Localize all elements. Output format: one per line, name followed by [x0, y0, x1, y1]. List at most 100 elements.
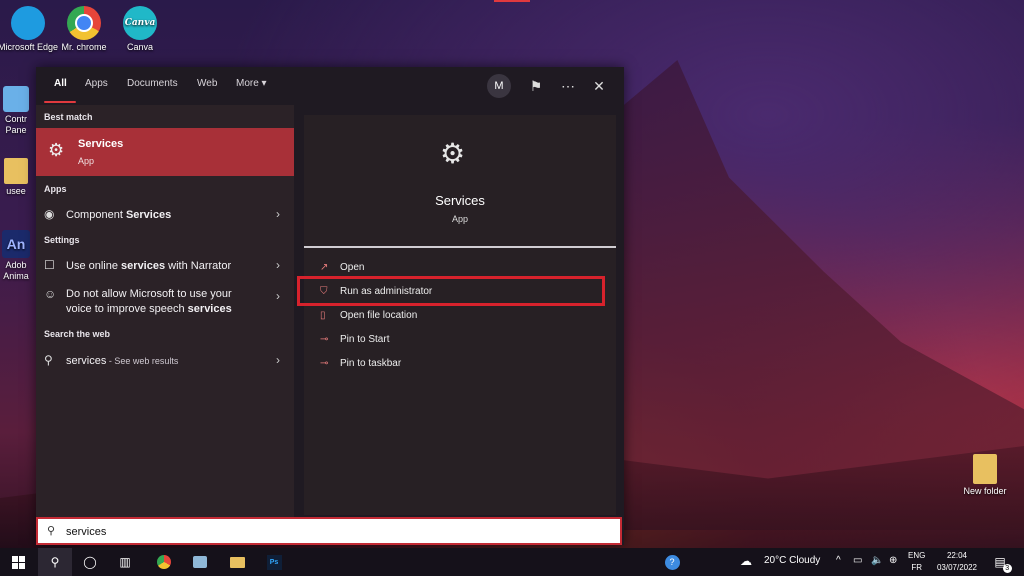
best-match-type: App — [78, 156, 95, 166]
action-label: Open — [340, 262, 365, 273]
notifications-icon[interactable]: ▤ 3 — [990, 552, 1012, 573]
component-services-icon: ◉ — [44, 207, 55, 221]
action-open[interactable]: ↗ Open — [320, 262, 364, 273]
desktop-icon-label: Microsoft Edge — [0, 42, 59, 52]
results-list: Best match ⚙ Services App Apps ◉ Compone… — [36, 105, 294, 517]
edge-icon — [11, 6, 45, 40]
taskbar: ⚲ ◯ ▥ Ps ? ☁ 20°C Cloudy ^ ▭ 🔈 ⊕ ENG FR 2… — [0, 548, 1024, 576]
section-heading-best-match: Best match — [44, 112, 93, 122]
section-heading-web: Search the web — [44, 329, 111, 339]
desktop-icon-label: New folder — [963, 486, 1007, 496]
tab-web[interactable]: Web — [197, 78, 217, 89]
list-item-label: services - See web results — [66, 355, 179, 367]
folder-icon — [973, 454, 997, 484]
action-open-file-location[interactable]: ▯ Open file location — [320, 310, 417, 321]
list-item-label: Component Services — [66, 209, 172, 221]
avatar[interactable]: M — [487, 74, 511, 98]
search-input[interactable] — [64, 522, 608, 542]
action-label: Run as administrator — [340, 286, 433, 297]
result-details-pane: ⚙ Services App ↗ Open ⛉ Run as administrat… — [304, 115, 616, 515]
active-tab-indicator — [44, 101, 76, 103]
pin-icon: ⊸ — [320, 358, 329, 369]
open-icon: ↗ — [320, 262, 329, 273]
tab-documents[interactable]: Documents — [127, 78, 178, 89]
tab-all[interactable]: All — [54, 78, 67, 89]
search-icon: ⚲ — [47, 525, 56, 537]
desktop-icon-label: Mr. chrome — [61, 42, 107, 52]
close-icon[interactable]: ✕ — [589, 76, 609, 96]
folder-icon — [4, 158, 28, 184]
network-icon[interactable]: ▭ — [853, 555, 862, 566]
tab-apps[interactable]: Apps — [85, 78, 108, 89]
file-explorer-icon[interactable] — [227, 552, 247, 572]
search-icon[interactable]: ⚲ — [38, 548, 72, 576]
date-text: 03/07/2022 — [936, 563, 978, 572]
desktop-icon-edge[interactable]: Microsoft Edge — [0, 6, 59, 53]
language-indicator[interactable]: ENG FR — [908, 550, 925, 574]
action-label: Open file location — [340, 310, 418, 321]
desktop-icon-label: Adob Anima — [3, 260, 29, 281]
gear-icon: ⚙ — [48, 140, 65, 160]
gear-icon: ⚙ — [440, 138, 466, 169]
desktop-icon-new-folder[interactable]: New folder — [954, 454, 1016, 497]
best-match-services[interactable]: ⚙ Services App — [36, 128, 294, 176]
list-item-narrator-services[interactable]: ☐ Use online services with Narrator › — [36, 253, 294, 279]
clock[interactable]: 22:04 03/07/2022 — [934, 550, 980, 574]
feedback-icon[interactable]: ⚑ — [526, 76, 546, 96]
globe-icon[interactable]: ⊕ — [889, 555, 897, 566]
search-bar: ⚲ — [36, 517, 622, 545]
detail-app-name: Services — [435, 193, 485, 208]
shield-icon: ⛉ — [320, 286, 328, 297]
best-match-name: Services — [78, 138, 124, 150]
list-item-speech-services[interactable]: ☺ Do not allow Microsoft to use your voic… — [36, 283, 294, 319]
photoshop-icon[interactable]: Ps — [264, 552, 284, 572]
chrome-icon[interactable] — [154, 552, 174, 572]
task-view-icon[interactable]: ▥ — [115, 552, 135, 572]
control-panel-icon — [3, 86, 29, 112]
desktop-icon-adobe-animate[interactable]: An Adob Anima — [0, 230, 36, 282]
list-item-label: Use online services with Narrator — [66, 260, 232, 272]
desktop-icon-control-panel[interactable]: Contr Pane — [0, 86, 36, 136]
desktop-icon-chrome[interactable]: Mr. chrome — [53, 6, 115, 53]
control-panel-icon[interactable] — [190, 552, 210, 572]
action-label: Pin to taskbar — [340, 358, 402, 369]
search-tabs: All Apps Documents Web More ▾ M ⚑ ⋯ ✕ — [36, 67, 624, 105]
section-heading-apps: Apps — [44, 184, 67, 194]
lang-top: ENG — [908, 551, 926, 560]
tab-more[interactable]: More ▾ — [236, 78, 267, 89]
file-location-icon: ▯ — [320, 310, 326, 321]
canva-icon: Canva — [123, 6, 157, 40]
notification-count-badge: 3 — [1002, 564, 1012, 573]
top-accent-line — [494, 0, 530, 2]
help-icon[interactable]: ? — [662, 552, 682, 572]
action-label: Pin to Start — [340, 334, 390, 345]
volume-icon[interactable]: 🔈 — [871, 555, 883, 566]
list-item-web-search[interactable]: ⚲ services - See web results › — [36, 348, 294, 374]
search-icon: ⚲ — [44, 353, 53, 367]
windows-start-icon[interactable] — [8, 552, 28, 572]
desktop-icon-usee[interactable]: usee — [0, 158, 36, 197]
start-search-panel: All Apps Documents Web More ▾ M ⚑ ⋯ ✕ Be… — [36, 67, 624, 545]
chrome-icon — [67, 6, 101, 40]
list-item-component-services[interactable]: ◉ Component Services › — [36, 202, 294, 228]
pin-icon: ⊸ — [320, 334, 329, 345]
chevron-right-icon: › — [276, 353, 280, 367]
chevron-right-icon: › — [276, 258, 280, 272]
action-pin-to-start[interactable]: ⊸ Pin to Start — [320, 334, 389, 345]
chevron-up-icon[interactable]: ^ — [836, 555, 841, 566]
cortana-icon[interactable]: ◯ — [80, 552, 100, 572]
action-pin-to-taskbar[interactable]: ⊸ Pin to taskbar — [320, 358, 401, 369]
desktop-icon-label: Contr Pane — [4, 114, 27, 135]
speech-icon: ☺ — [44, 287, 57, 301]
divider — [304, 246, 616, 248]
weather-text[interactable]: 20°C Cloudy — [764, 555, 820, 566]
lang-bottom: FR — [911, 563, 922, 572]
chevron-right-icon: › — [276, 289, 280, 303]
desktop-icon-canva[interactable]: Canva Canva — [109, 6, 171, 53]
action-run-as-administrator[interactable]: ⛉ Run as administrator — [320, 286, 432, 297]
more-options-icon[interactable]: ⋯ — [558, 76, 578, 96]
cloud-icon: ☁ — [740, 554, 752, 568]
detail-app-type: App — [451, 214, 468, 224]
list-item-label: Do not allow Microsoft to use your voice … — [66, 288, 232, 315]
chevron-right-icon: › — [276, 207, 280, 221]
